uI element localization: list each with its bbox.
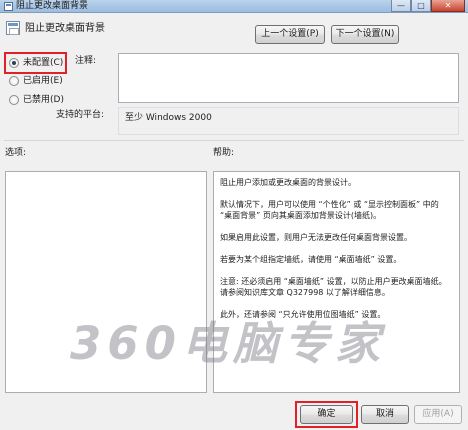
- title-bar[interactable]: 阻止更改桌面背景 — □ ✕: [0, 0, 468, 13]
- platform-label: 支持的平台:: [56, 110, 105, 120]
- platform-value-box: 至少 Windows 2000: [118, 107, 459, 135]
- radio-disabled[interactable]: 已禁用(D): [9, 93, 64, 107]
- watermark-text: 360电脑专家: [70, 317, 386, 370]
- help-paragraph: 注意: 还必须启用 “桌面墙纸” 设置，以防止用户更改桌面墙纸。请参阅知识库文章…: [220, 277, 447, 297]
- comment-label: 注释:: [75, 56, 97, 66]
- next-setting-button[interactable]: 下一个设置(N): [331, 25, 399, 44]
- close-button[interactable]: ✕: [431, 0, 465, 12]
- help-paragraph: 若要为某个组指定墙纸，请使用 “桌面墙纸” 设置。: [220, 255, 402, 264]
- platform-value: 至少 Windows 2000: [125, 113, 212, 123]
- window-controls: — □ ✕: [391, 0, 465, 12]
- policy-setting-icon: [6, 21, 20, 35]
- radio-enabled[interactable]: 已启用(E): [9, 74, 63, 88]
- help-label: 帮助:: [213, 148, 235, 158]
- radio-label: 未配置(C): [23, 58, 64, 68]
- comment-textarea[interactable]: [118, 53, 459, 103]
- help-paragraph: 默认情况下，用户可以使用 “个性化” 或 “显示控制面板” 中的 “桌面背景” …: [220, 200, 439, 220]
- radio-not-configured[interactable]: 未配置(C): [9, 56, 63, 70]
- policy-title: 阻止更改桌面背景: [25, 23, 105, 34]
- apply-button[interactable]: 应用(A): [414, 405, 462, 424]
- cancel-button[interactable]: 取消: [361, 405, 409, 424]
- help-paragraph: 阻止用户添加或更改桌面的背景设计。: [220, 178, 356, 187]
- radio-button-icon[interactable]: [9, 58, 19, 68]
- ok-button[interactable]: 确定: [300, 405, 353, 424]
- help-paragraph: 如果启用此设置，则用户无法更改任何桌面背景设置。: [220, 233, 412, 242]
- section-divider: [4, 140, 464, 141]
- previous-setting-button[interactable]: 上一个设置(P): [255, 25, 325, 44]
- policy-window-icon: [4, 2, 13, 11]
- radio-button-icon[interactable]: [9, 95, 19, 105]
- radio-label: 已启用(E): [23, 76, 63, 86]
- maximize-button[interactable]: □: [411, 0, 431, 12]
- options-label: 选项:: [5, 148, 27, 158]
- minimize-button[interactable]: —: [391, 0, 411, 12]
- window-title: 阻止更改桌面背景: [16, 1, 89, 11]
- radio-button-icon[interactable]: [9, 76, 19, 86]
- radio-label: 已禁用(D): [23, 95, 64, 105]
